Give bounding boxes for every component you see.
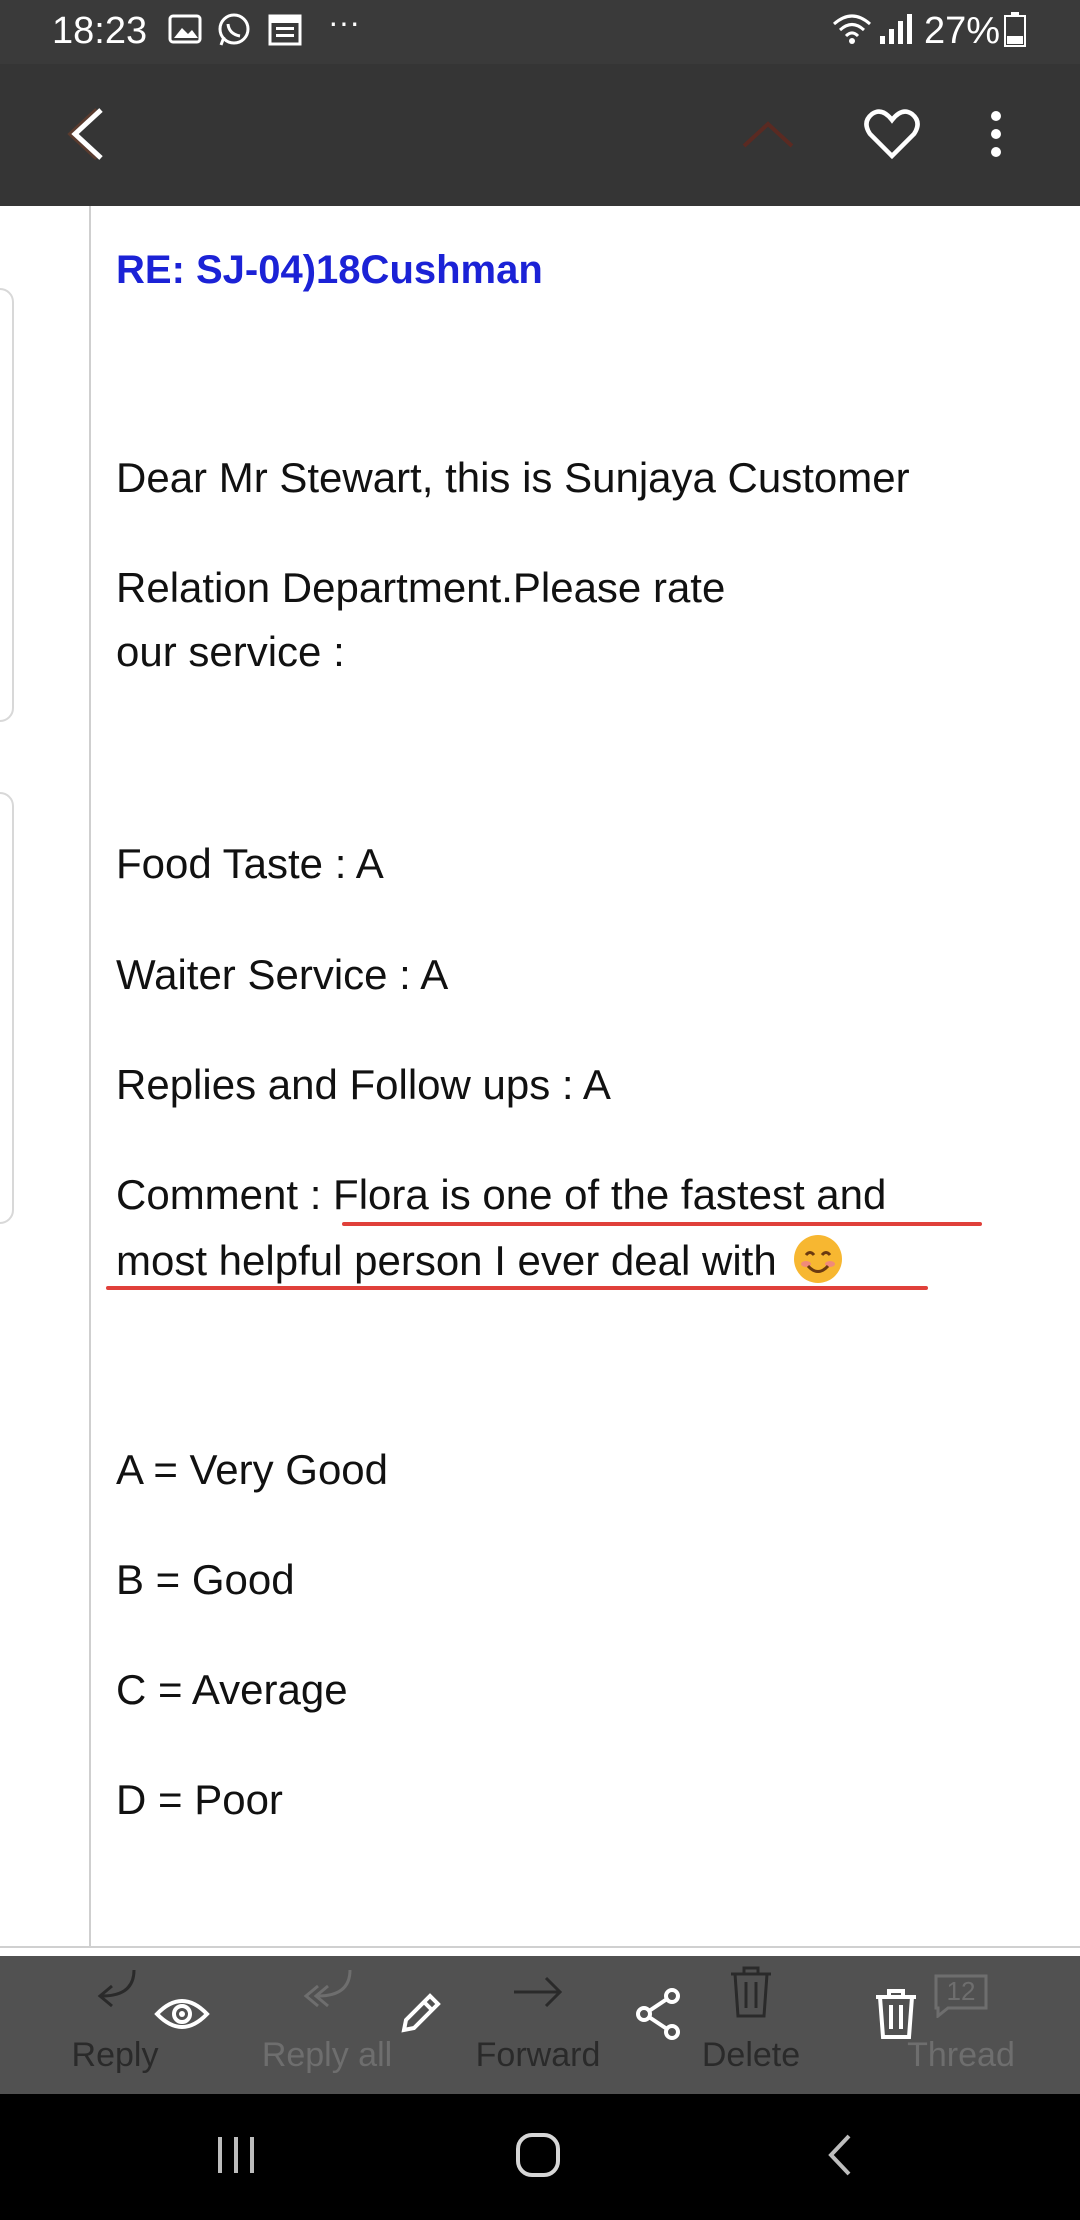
gallery-icon <box>168 12 208 52</box>
body-line-3: our service : <box>116 628 345 675</box>
side-card-1[interactable] <box>0 288 14 722</box>
rating-waiter-service: Waiter Service : A <box>116 951 449 998</box>
comment-line-1: Comment : Flora is one of the fastest an… <box>116 1171 887 1218</box>
battery-icon <box>1004 12 1044 52</box>
whatsapp-icon <box>216 12 256 52</box>
battery-percent: 27% <box>924 10 1001 52</box>
nav-back-button[interactable] <box>800 2122 880 2192</box>
more-options-button[interactable] <box>956 96 1036 176</box>
legend-d: D = Poor <box>116 1776 283 1823</box>
legend-c: C = Average <box>116 1666 348 1713</box>
forward-button[interactable]: Forward <box>475 1956 601 2094</box>
system-nav-bar <box>0 2094 1080 2220</box>
legend-a: A = Very Good <box>116 1446 389 1493</box>
comment-underline-1 <box>342 1222 982 1226</box>
content-divider <box>89 206 91 1946</box>
wifi-icon <box>832 12 872 52</box>
reply-all-icon <box>296 1966 358 2021</box>
chevron-up-icon <box>740 114 796 159</box>
body-greeting: Dear Mr Stewart, this is Sunjaya Custome… <box>116 454 910 501</box>
signal-icon <box>878 12 918 52</box>
thread-label: Thread <box>907 2036 1015 2074</box>
comment-line-2-row: most helpful person I ever deal with <box>116 1235 843 1285</box>
share-icon <box>634 1987 682 2045</box>
share-button[interactable] <box>628 1986 688 2046</box>
email-subject: RE: SJ-04)18Cushman <box>116 248 543 292</box>
body-line-2: Relation Department.Please rate <box>116 564 726 611</box>
delete-icon <box>729 1966 773 2023</box>
more-notifications-icon: ··· <box>328 4 360 40</box>
email-content[interactable]: RE: SJ-04)18Cushman Dear Mr Stewart, thi… <box>0 206 1080 1950</box>
reply-all-button[interactable]: Reply all <box>262 1956 392 2094</box>
rating-replies: Replies and Follow ups : A <box>116 1061 611 1108</box>
bottom-toolbar: Reply Reply all Forward Delete 12 Thread <box>0 1956 1080 2094</box>
recent-apps-button[interactable] <box>196 2122 276 2192</box>
heart-icon <box>864 108 920 165</box>
comment-line-2: most helpful person I ever deal with <box>116 1237 777 1284</box>
smiling-face-emoji <box>794 1235 843 1283</box>
nav-back-icon <box>825 2132 855 2183</box>
more-vert-icon <box>989 109 1003 164</box>
eye-icon <box>154 1994 210 2039</box>
side-card-2[interactable] <box>0 792 14 1224</box>
comment-underline-2 <box>106 1286 928 1290</box>
previous-email-button[interactable] <box>728 96 808 176</box>
thread-icon: 12 <box>934 1974 988 2018</box>
recent-apps-icon <box>214 2135 258 2180</box>
view-button[interactable] <box>152 1986 212 2046</box>
clock: 18:23 <box>52 10 148 52</box>
reply-label: Reply <box>71 2036 159 2074</box>
status-bar: 18:23 ··· 27% <box>0 0 1080 64</box>
thread-button[interactable]: 12 Thread <box>906 1956 1016 2094</box>
favorite-button[interactable] <box>852 96 932 176</box>
forward-icon <box>510 1972 566 2017</box>
thread-count: 12 <box>946 1976 976 2006</box>
content-bottom-rule <box>0 1946 1080 1948</box>
back-icon <box>57 104 107 169</box>
home-icon <box>515 2132 561 2183</box>
rating-food-taste: Food Taste : A <box>116 840 384 887</box>
delete-button[interactable]: Delete <box>696 1956 806 2094</box>
reply-all-label: Reply all <box>261 2036 393 2074</box>
app-bar <box>0 64 1080 206</box>
legend-b: B = Good <box>116 1556 295 1603</box>
calendar-icon <box>268 12 308 52</box>
home-button[interactable] <box>498 2122 578 2192</box>
forward-label: Forward <box>475 2036 601 2074</box>
edit-button[interactable] <box>390 1986 450 2046</box>
pencil-icon <box>396 1990 444 2043</box>
delete-label: Delete <box>701 2036 801 2074</box>
back-button[interactable] <box>42 96 122 176</box>
reply-icon <box>88 1966 142 2021</box>
